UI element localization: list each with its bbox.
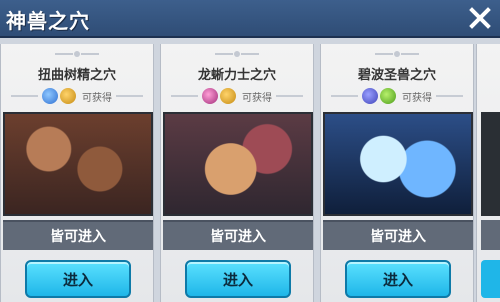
divider-line — [331, 95, 358, 97]
entry-status: 皆可进入 — [3, 220, 153, 250]
divider-ornament-icon — [215, 51, 259, 57]
lair-card-partial — [476, 44, 500, 302]
enter-button[interactable]: 进入 — [345, 260, 451, 298]
reward-row: 可获得 — [171, 86, 303, 106]
lair-name: 碧波圣兽之穴 — [357, 68, 436, 83]
reward-item-icon[interactable] — [42, 88, 58, 104]
title-bar: 神兽之穴 — [0, 0, 500, 38]
divider-line — [171, 95, 198, 97]
reward-label: 可获得 — [242, 92, 272, 104]
divider-line — [116, 95, 143, 97]
boss-portrait-treant — [3, 112, 153, 216]
divider-line — [11, 95, 38, 97]
reward-item-icon[interactable] — [380, 88, 396, 104]
close-icon[interactable] — [466, 4, 494, 32]
enter-button-partial[interactable] — [481, 260, 500, 298]
enter-button[interactable]: 进入 — [185, 260, 291, 298]
lair-name: 龙蜥力士之穴 — [197, 68, 276, 83]
reward-row: 可获得 — [331, 86, 463, 106]
window-title: 神兽之穴 — [6, 9, 90, 33]
lair-name: 扭曲树精之穴 — [37, 68, 116, 83]
enter-button[interactable]: 进入 — [25, 260, 131, 298]
boss-portrait-partial — [481, 112, 500, 216]
entry-status: 皆可进入 — [323, 220, 473, 250]
lair-card-azure-beast: 碧波圣兽之穴 可获得 皆可进入 进入 — [320, 44, 474, 302]
divider-line — [276, 95, 303, 97]
reward-item-icon[interactable] — [362, 88, 378, 104]
entry-status-partial — [481, 220, 500, 250]
lair-card-dragon-lizard: 龙蜥力士之穴 可获得 皆可进入 进入 — [160, 44, 314, 302]
lair-card-twisted-treant: 扭曲树精之穴 可获得 皆可进入 进入 — [0, 44, 154, 302]
entry-status: 皆可进入 — [163, 220, 313, 250]
reward-label: 可获得 — [402, 92, 432, 104]
boss-portrait-dragon-lizard — [163, 112, 313, 216]
reward-label: 可获得 — [82, 92, 112, 104]
divider-ornament-icon — [375, 51, 419, 57]
boss-portrait-azure-beast — [323, 112, 473, 216]
reward-row: 可获得 — [11, 86, 143, 106]
divider-ornament-icon — [55, 51, 99, 57]
divider-line — [436, 95, 463, 97]
reward-item-icon[interactable] — [220, 88, 236, 104]
reward-item-icon[interactable] — [60, 88, 76, 104]
reward-item-icon[interactable] — [202, 88, 218, 104]
